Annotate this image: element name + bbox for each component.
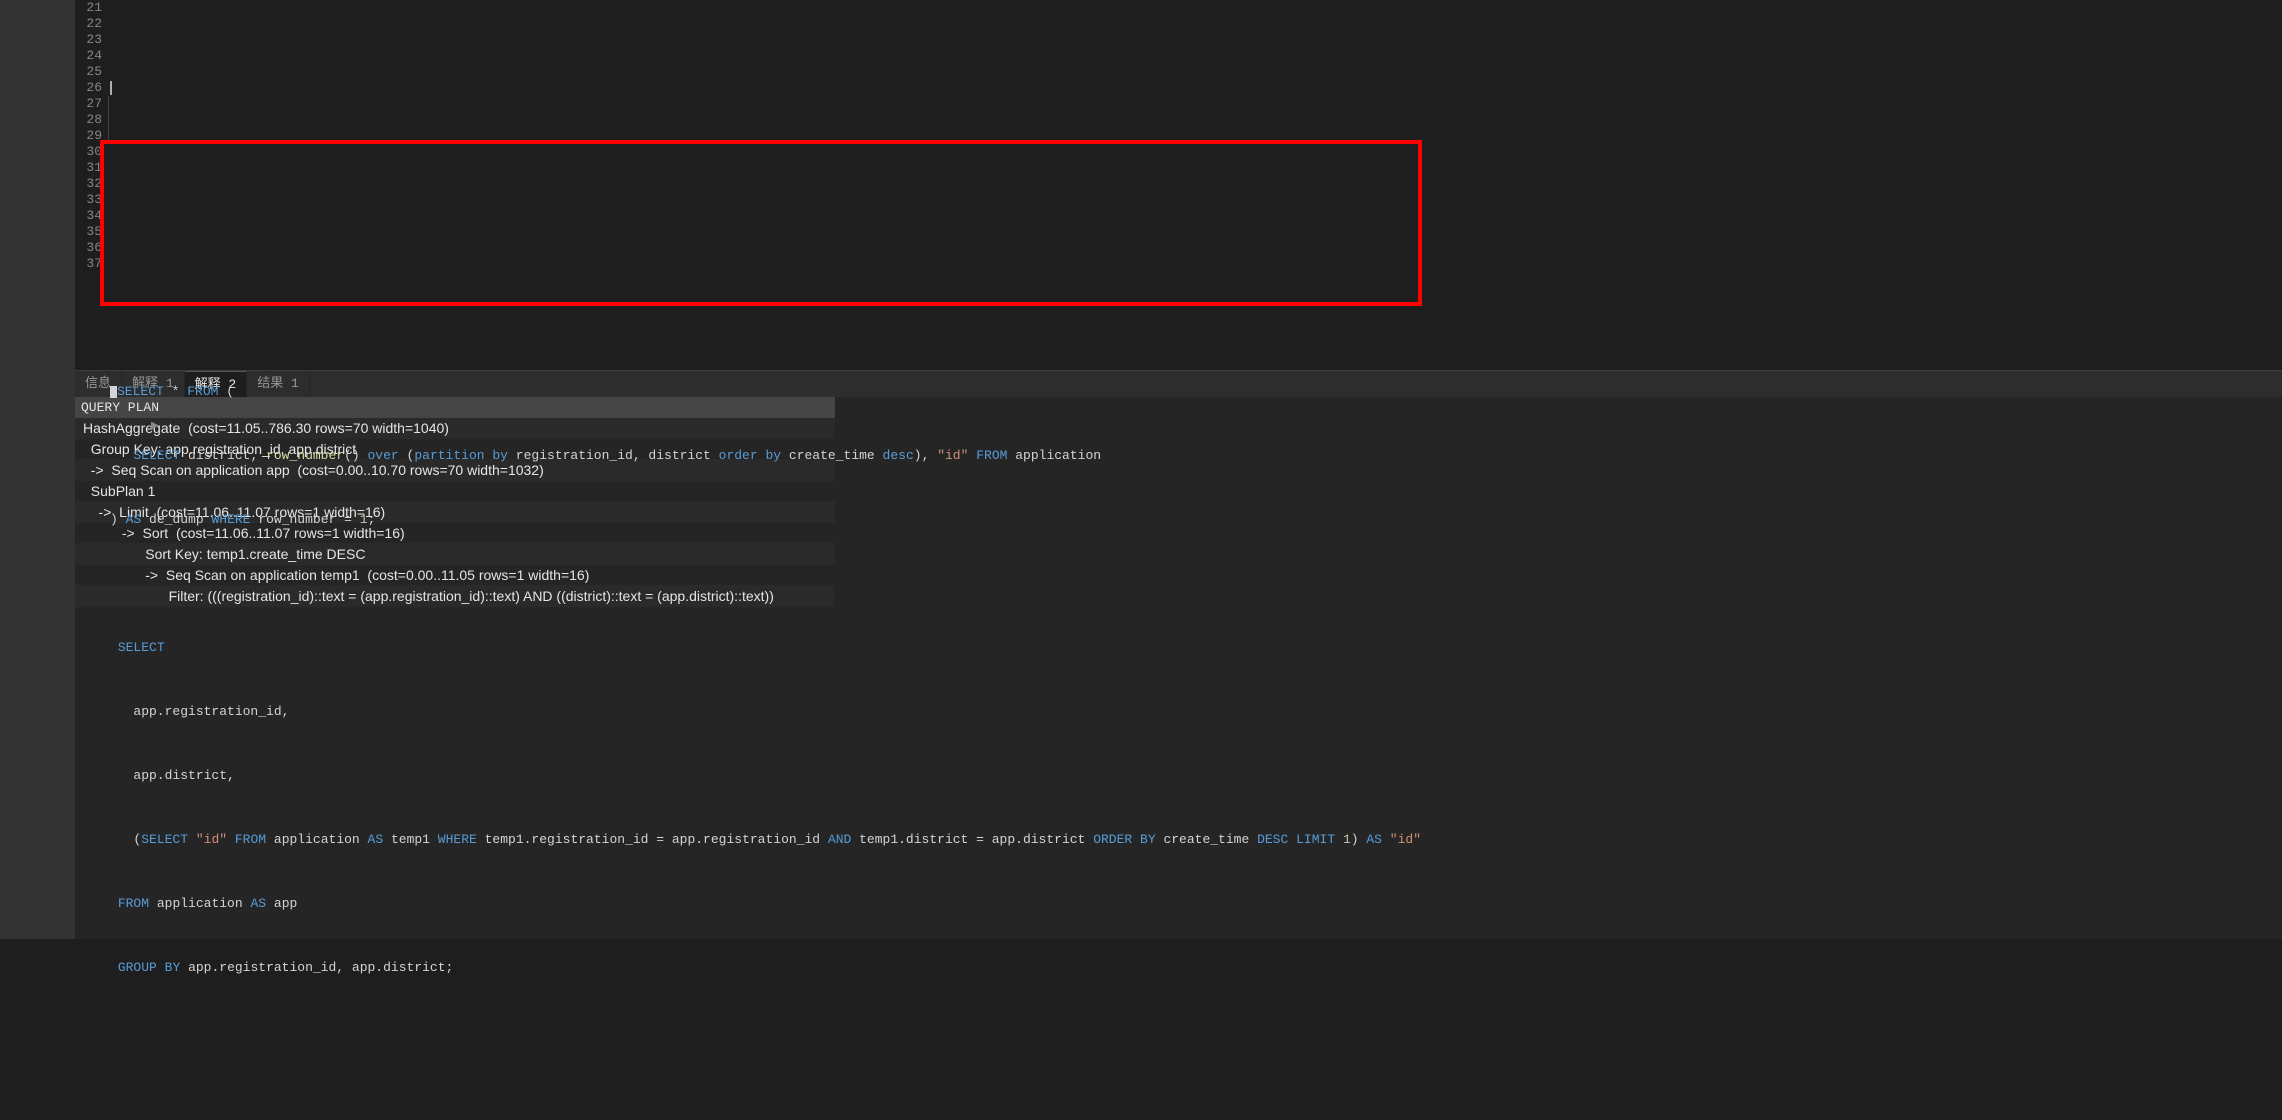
line-number: 23 [75,32,108,48]
line-number: 28 [75,112,108,128]
line-number: 35 [75,224,108,240]
line-number: 34 [75,208,108,224]
code-line-29: ) AS de_dump WHERE row_number = 1; [110,512,2282,528]
line-number: 21 [75,0,108,16]
row-selector-icon[interactable]: ▶ [151,420,159,432]
line-number: 36 [75,240,108,256]
code-line-35: FROM application AS app [110,896,2282,912]
text-cursor [110,81,112,95]
line-number: 26 [75,80,108,96]
line-number: 32 [75,176,108,192]
line-number: 33 [75,192,108,208]
code-line-27: SELECT * FROM ( [110,384,2282,400]
line-number: 30 [75,144,108,160]
code-line-36: GROUP BY app.registration_id, app.distri… [110,960,2282,976]
line-number: 27 [75,96,108,112]
line-number: 37 [75,256,108,272]
code-line-32: app.registration_id, [110,704,2282,720]
code-line-34: (SELECT "id" FROM application AS temp1 W… [110,832,2282,848]
line-number: 29 [75,128,108,144]
code-editor[interactable]: 21 22 23 24 25 26 27 28 29 30 31 32 33 3… [75,0,2282,370]
activity-bar [0,0,75,939]
whitespace-marker-icon [110,386,117,398]
line-gutter: 21 22 23 24 25 26 27 28 29 30 31 32 33 3… [75,0,108,370]
line-number: 22 [75,16,108,32]
code-line-31: SELECT [110,640,2282,656]
line-number: 31 [75,160,108,176]
code-line-33: app.district, [110,768,2282,784]
line-number: 25 [75,64,108,80]
code-line-28: SELECT district, row_number() over (part… [110,448,2282,464]
code-content[interactable]: SELECT * FROM ( SELECT district, row_num… [108,0,2282,370]
line-number: 24 [75,48,108,64]
